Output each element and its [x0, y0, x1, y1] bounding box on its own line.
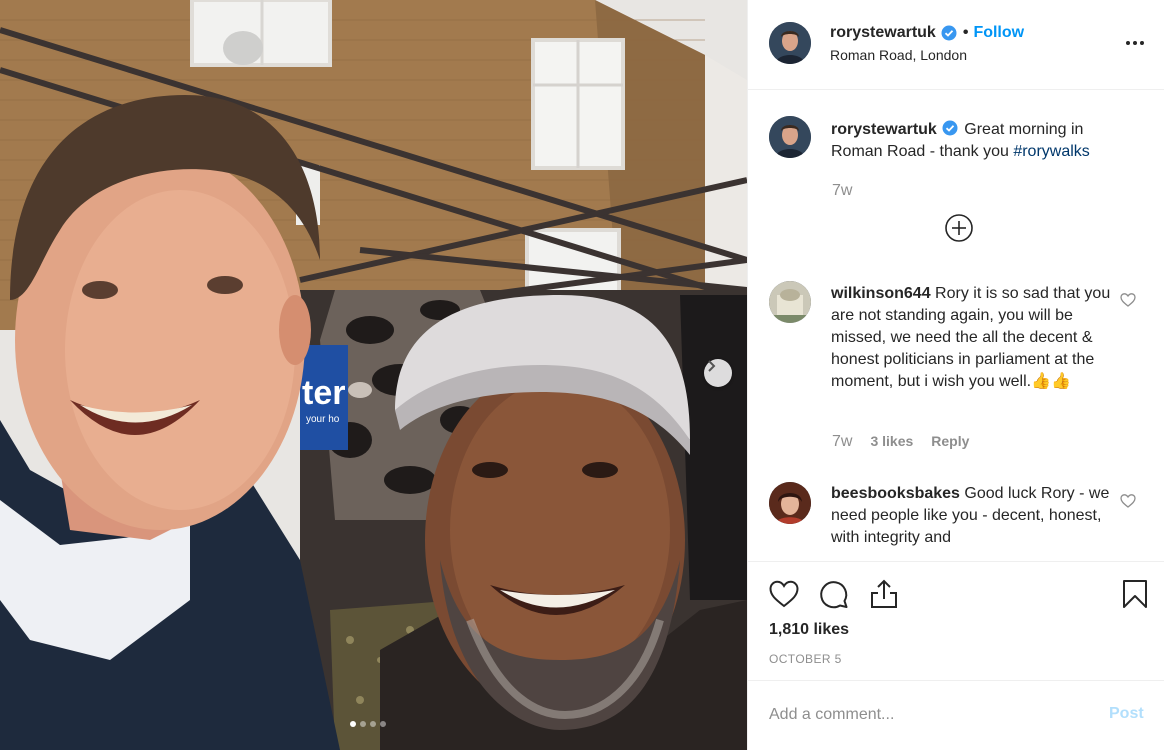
- chevron-right-icon: [708, 360, 716, 372]
- post-date[interactable]: OCTOBER 5: [769, 652, 842, 666]
- post-header: rorystewartuk • Follow Roman Road, Londo…: [748, 0, 1164, 90]
- avatar[interactable]: [769, 281, 811, 323]
- verified-badge-icon: [941, 25, 957, 41]
- comments-list[interactable]: rorystewartuk Great morning in Roman Roa…: [748, 91, 1164, 561]
- caption: rorystewartuk Great morning in Roman Roa…: [831, 119, 1131, 163]
- comment-username[interactable]: wilkinson644: [831, 285, 931, 302]
- avatar-image: [769, 22, 811, 64]
- comment-likes[interactable]: 3 likes: [870, 433, 913, 449]
- caption-time[interactable]: 7w: [832, 182, 852, 200]
- sign-text: ter: [302, 374, 345, 412]
- share-icon[interactable]: [868, 578, 900, 610]
- follow-button[interactable]: Follow: [973, 24, 1024, 42]
- comment-meta: 7w 3 likes Reply: [832, 433, 969, 451]
- carousel-dot: [370, 721, 376, 727]
- comment-time[interactable]: 7w: [832, 433, 852, 451]
- post-side-panel: rorystewartuk • Follow Roman Road, Londo…: [747, 0, 1164, 750]
- plus-circle-icon[interactable]: [944, 213, 974, 243]
- separator: •: [962, 24, 969, 41]
- comment-text: beesbooksbakes Good luck Rory - we need …: [831, 483, 1111, 549]
- avatar[interactable]: [769, 482, 811, 524]
- username-link[interactable]: rorystewartuk: [830, 24, 936, 42]
- reply-button[interactable]: Reply: [931, 433, 969, 449]
- carousel-dot: [350, 721, 356, 727]
- comment-username[interactable]: beesbooksbakes: [831, 485, 960, 502]
- avatar[interactable]: [769, 116, 811, 158]
- bookmark-icon[interactable]: [1119, 578, 1151, 610]
- carousel-dot: [360, 721, 366, 727]
- sign-subtext: your ho: [306, 414, 340, 425]
- hashtag-link[interactable]: #rorywalks: [1013, 143, 1089, 160]
- post-photo[interactable]: ter your ho: [0, 0, 747, 750]
- heart-icon[interactable]: [768, 578, 800, 610]
- avatar-image: [769, 281, 811, 323]
- heart-icon[interactable]: [1120, 292, 1136, 308]
- next-photo-button[interactable]: [704, 359, 732, 387]
- avatar-image: [769, 116, 811, 158]
- comment-text: wilkinson644 Rory it is so sad that you …: [831, 283, 1111, 393]
- avatar[interactable]: [769, 22, 811, 64]
- location-link[interactable]: Roman Road, London: [830, 47, 967, 63]
- more-options-icon[interactable]: [1126, 33, 1150, 53]
- carousel-dot: [380, 721, 386, 727]
- action-bar: 1,810 likes OCTOBER 5: [748, 561, 1164, 680]
- heart-icon[interactable]: [1120, 493, 1136, 509]
- photo-illustration: ter your ho: [0, 0, 747, 750]
- add-comment-bar: Post: [748, 680, 1164, 750]
- avatar-image: [769, 482, 811, 524]
- comment-icon[interactable]: [818, 578, 850, 610]
- verified-badge-icon: [942, 120, 958, 136]
- comment-input[interactable]: [769, 703, 1089, 727]
- header-user-row: rorystewartuk • Follow: [830, 24, 1024, 42]
- caption-username[interactable]: rorystewartuk: [831, 121, 937, 138]
- likes-count[interactable]: 1,810 likes: [769, 621, 849, 639]
- carousel-indicator: [350, 721, 386, 727]
- post-button[interactable]: Post: [1109, 705, 1144, 723]
